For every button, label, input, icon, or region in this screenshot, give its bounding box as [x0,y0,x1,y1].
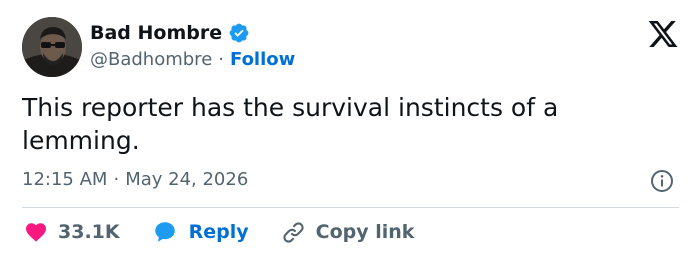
reply-button[interactable]: Reply [152,219,249,245]
separator: · [218,49,224,70]
divider [22,207,679,208]
follow-button[interactable]: Follow [230,47,295,73]
tweet-timestamp[interactable]: 12:15 AM · May 24, 2026 [22,167,248,193]
heart-icon [24,220,48,244]
reply-bubble-icon [152,219,178,245]
avatar[interactable] [22,17,82,77]
author-name-row[interactable]: Bad Hombre [90,20,250,46]
separator: · [113,169,120,190]
tweet-text: This reporter has the survival instincts… [22,93,559,155]
copy-link-button[interactable]: Copy link [281,220,415,245]
action-bar: 33.1K Reply Copy link [22,217,414,247]
handle[interactable]: @Badhombre [90,47,212,73]
avatar-image [22,17,82,77]
like-count: 33.1K [58,221,120,243]
info-icon[interactable] [650,169,674,193]
link-icon [281,220,306,245]
copy-link-label: Copy link [315,221,415,243]
x-logo-icon[interactable] [646,18,680,50]
tweet-date[interactable]: May 24, 2026 [125,167,248,193]
like-button[interactable]: 33.1K [24,220,120,244]
display-name[interactable]: Bad Hombre [90,20,222,46]
reply-label: Reply [188,221,249,243]
verified-badge-icon [228,22,250,44]
tweet-time[interactable]: 12:15 AM [22,167,107,193]
handle-row: @Badhombre · Follow [90,47,295,73]
